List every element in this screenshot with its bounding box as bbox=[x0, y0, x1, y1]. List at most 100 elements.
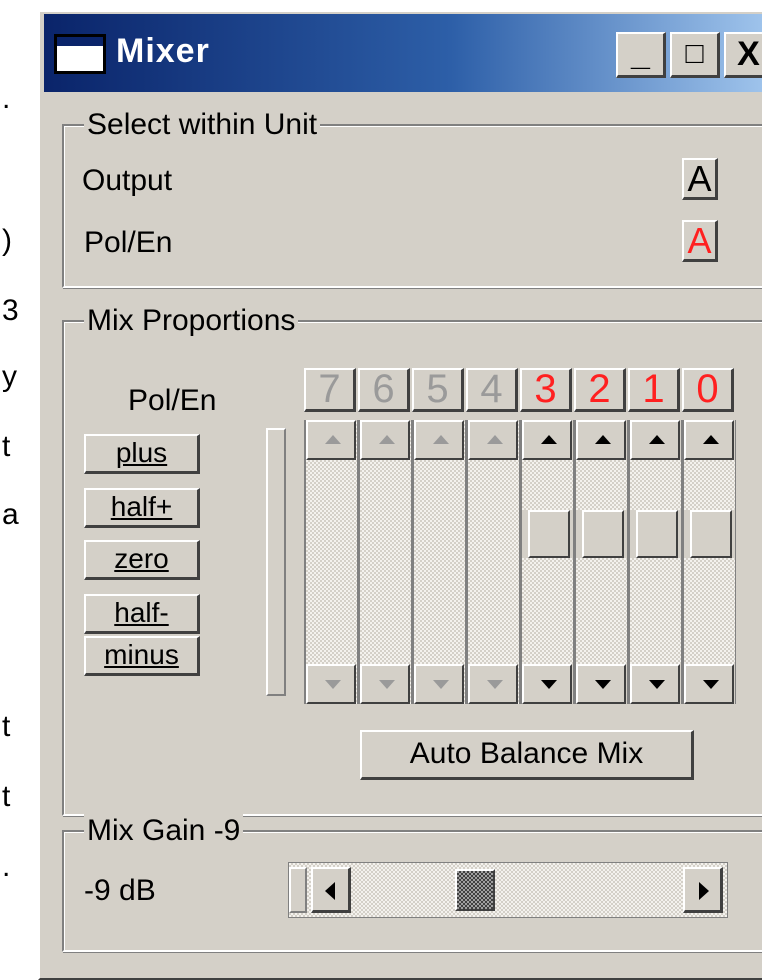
slider-track-lower bbox=[522, 558, 573, 664]
polen-label: Pol/En bbox=[84, 226, 173, 259]
channel-slider-2[interactable] bbox=[574, 420, 628, 704]
channel-header-1[interactable]: 1 bbox=[628, 368, 680, 412]
slider-down-button[interactable] bbox=[468, 664, 518, 704]
edge-glyph: ) bbox=[2, 224, 12, 257]
arrow-down-icon bbox=[703, 680, 719, 689]
scroll-left-button[interactable] bbox=[311, 867, 351, 913]
slider-thumb[interactable] bbox=[690, 510, 732, 558]
minimize-button[interactable]: _ bbox=[616, 32, 666, 78]
gain-value-label: -9 dB bbox=[84, 874, 156, 907]
plus-button-label: plus bbox=[115, 437, 168, 468]
channel-header-6[interactable]: 6 bbox=[358, 368, 410, 412]
slider-thumb[interactable] bbox=[528, 510, 570, 558]
arrow-up-icon bbox=[703, 435, 719, 444]
edge-glyph: 3 bbox=[2, 294, 19, 327]
slider-down-button[interactable] bbox=[684, 664, 734, 704]
channel-slider-3[interactable] bbox=[520, 420, 574, 704]
slider-down-button[interactable] bbox=[522, 664, 572, 704]
slider-up-button[interactable] bbox=[414, 420, 464, 460]
gain-scroll-thumb[interactable] bbox=[455, 869, 495, 911]
arrow-down-icon bbox=[379, 680, 395, 689]
minus-button[interactable]: minus bbox=[84, 636, 200, 676]
slider-up-button[interactable] bbox=[468, 420, 518, 460]
arrow-up-icon bbox=[433, 435, 449, 444]
mix-polen-label: Pol/En bbox=[128, 384, 217, 417]
arrow-down-icon bbox=[649, 680, 665, 689]
slider-down-button[interactable] bbox=[576, 664, 626, 704]
window-icon bbox=[54, 34, 106, 74]
channel-slider-0[interactable] bbox=[682, 420, 736, 704]
channel-header-3[interactable]: 3 bbox=[520, 368, 572, 412]
window-title: Mixer bbox=[116, 32, 210, 70]
select-group-frame bbox=[62, 124, 762, 288]
mix-group-legend: Mix Proportions bbox=[84, 304, 299, 338]
channel-header-7[interactable]: 7 bbox=[304, 368, 356, 412]
arrow-down-icon bbox=[595, 680, 611, 689]
edge-glyph: . bbox=[2, 82, 11, 115]
zero-button[interactable]: zero bbox=[84, 540, 200, 580]
close-button[interactable]: X bbox=[724, 32, 762, 78]
arrow-down-icon bbox=[433, 680, 449, 689]
slider-up-button[interactable] bbox=[684, 420, 734, 460]
slider-thumb[interactable] bbox=[582, 510, 624, 558]
gain-scrollbar[interactable] bbox=[288, 862, 728, 918]
channel-slider-4[interactable] bbox=[466, 420, 520, 704]
slider-track-lower bbox=[630, 558, 681, 664]
arrow-up-icon bbox=[325, 435, 341, 444]
slider-down-button[interactable] bbox=[414, 664, 464, 704]
slider-up-button[interactable] bbox=[306, 420, 356, 460]
arrow-down-icon bbox=[487, 680, 503, 689]
half-plus-button-label: half+ bbox=[110, 491, 173, 522]
arrow-left-icon bbox=[325, 882, 335, 900]
channel-slider-5[interactable] bbox=[412, 420, 466, 704]
slider-down-button[interactable] bbox=[630, 664, 680, 704]
gain-group-legend: Mix Gain -9 bbox=[84, 814, 244, 848]
title-bar[interactable]: Mixer _ □ X bbox=[44, 14, 762, 92]
channel-header-4[interactable]: 4 bbox=[466, 368, 518, 412]
slider-track-upper bbox=[576, 460, 627, 510]
slider-track-lower bbox=[576, 558, 627, 664]
slider-track-upper bbox=[630, 460, 681, 510]
minus-button-label: minus bbox=[104, 639, 179, 670]
output-select-button[interactable]: A bbox=[682, 158, 718, 200]
plus-button[interactable]: plus bbox=[84, 434, 200, 474]
slider-up-button[interactable] bbox=[360, 420, 410, 460]
polen-level-bar[interactable] bbox=[266, 428, 286, 696]
channel-slider-6[interactable] bbox=[358, 420, 412, 704]
slider-track-lower bbox=[684, 558, 735, 664]
auto-balance-mix-button[interactable]: Auto Balance Mix bbox=[360, 730, 694, 780]
edge-glyph: t bbox=[2, 710, 11, 743]
half-minus-button[interactable]: half- bbox=[84, 594, 200, 634]
half-minus-button-label: half- bbox=[114, 597, 169, 628]
scroll-right-button[interactable] bbox=[683, 867, 723, 913]
maximize-button[interactable]: □ bbox=[670, 32, 720, 78]
edge-glyph: t bbox=[2, 430, 11, 463]
slider-track-upper bbox=[522, 460, 573, 510]
half-plus-button[interactable]: half+ bbox=[84, 488, 200, 528]
arrow-down-icon bbox=[325, 680, 341, 689]
channel-header-2[interactable]: 2 bbox=[574, 368, 626, 412]
zero-button-label: zero bbox=[114, 543, 169, 574]
arrow-down-icon bbox=[541, 680, 557, 689]
edge-glyph: a bbox=[2, 498, 19, 531]
edge-glyph: t bbox=[2, 780, 11, 813]
polen-select-button[interactable]: A bbox=[682, 220, 718, 262]
arrow-up-icon bbox=[541, 435, 557, 444]
arrow-up-icon bbox=[379, 435, 395, 444]
select-group-legend: Select within Unit bbox=[84, 108, 321, 142]
arrow-up-icon bbox=[487, 435, 503, 444]
slider-thumb[interactable] bbox=[636, 510, 678, 558]
slider-up-button[interactable] bbox=[576, 420, 626, 460]
slider-down-button[interactable] bbox=[306, 664, 356, 704]
channel-header-0[interactable]: 0 bbox=[682, 368, 734, 412]
slider-track-upper bbox=[684, 460, 735, 510]
edge-glyph: y bbox=[2, 360, 17, 393]
edge-glyph: . bbox=[2, 850, 11, 883]
channel-header-5[interactable]: 5 bbox=[412, 368, 464, 412]
slider-up-button[interactable] bbox=[630, 420, 680, 460]
channel-slider-1[interactable] bbox=[628, 420, 682, 704]
channel-slider-7[interactable] bbox=[304, 420, 358, 704]
slider-down-button[interactable] bbox=[360, 664, 410, 704]
arrow-up-icon bbox=[649, 435, 665, 444]
slider-up-button[interactable] bbox=[522, 420, 572, 460]
